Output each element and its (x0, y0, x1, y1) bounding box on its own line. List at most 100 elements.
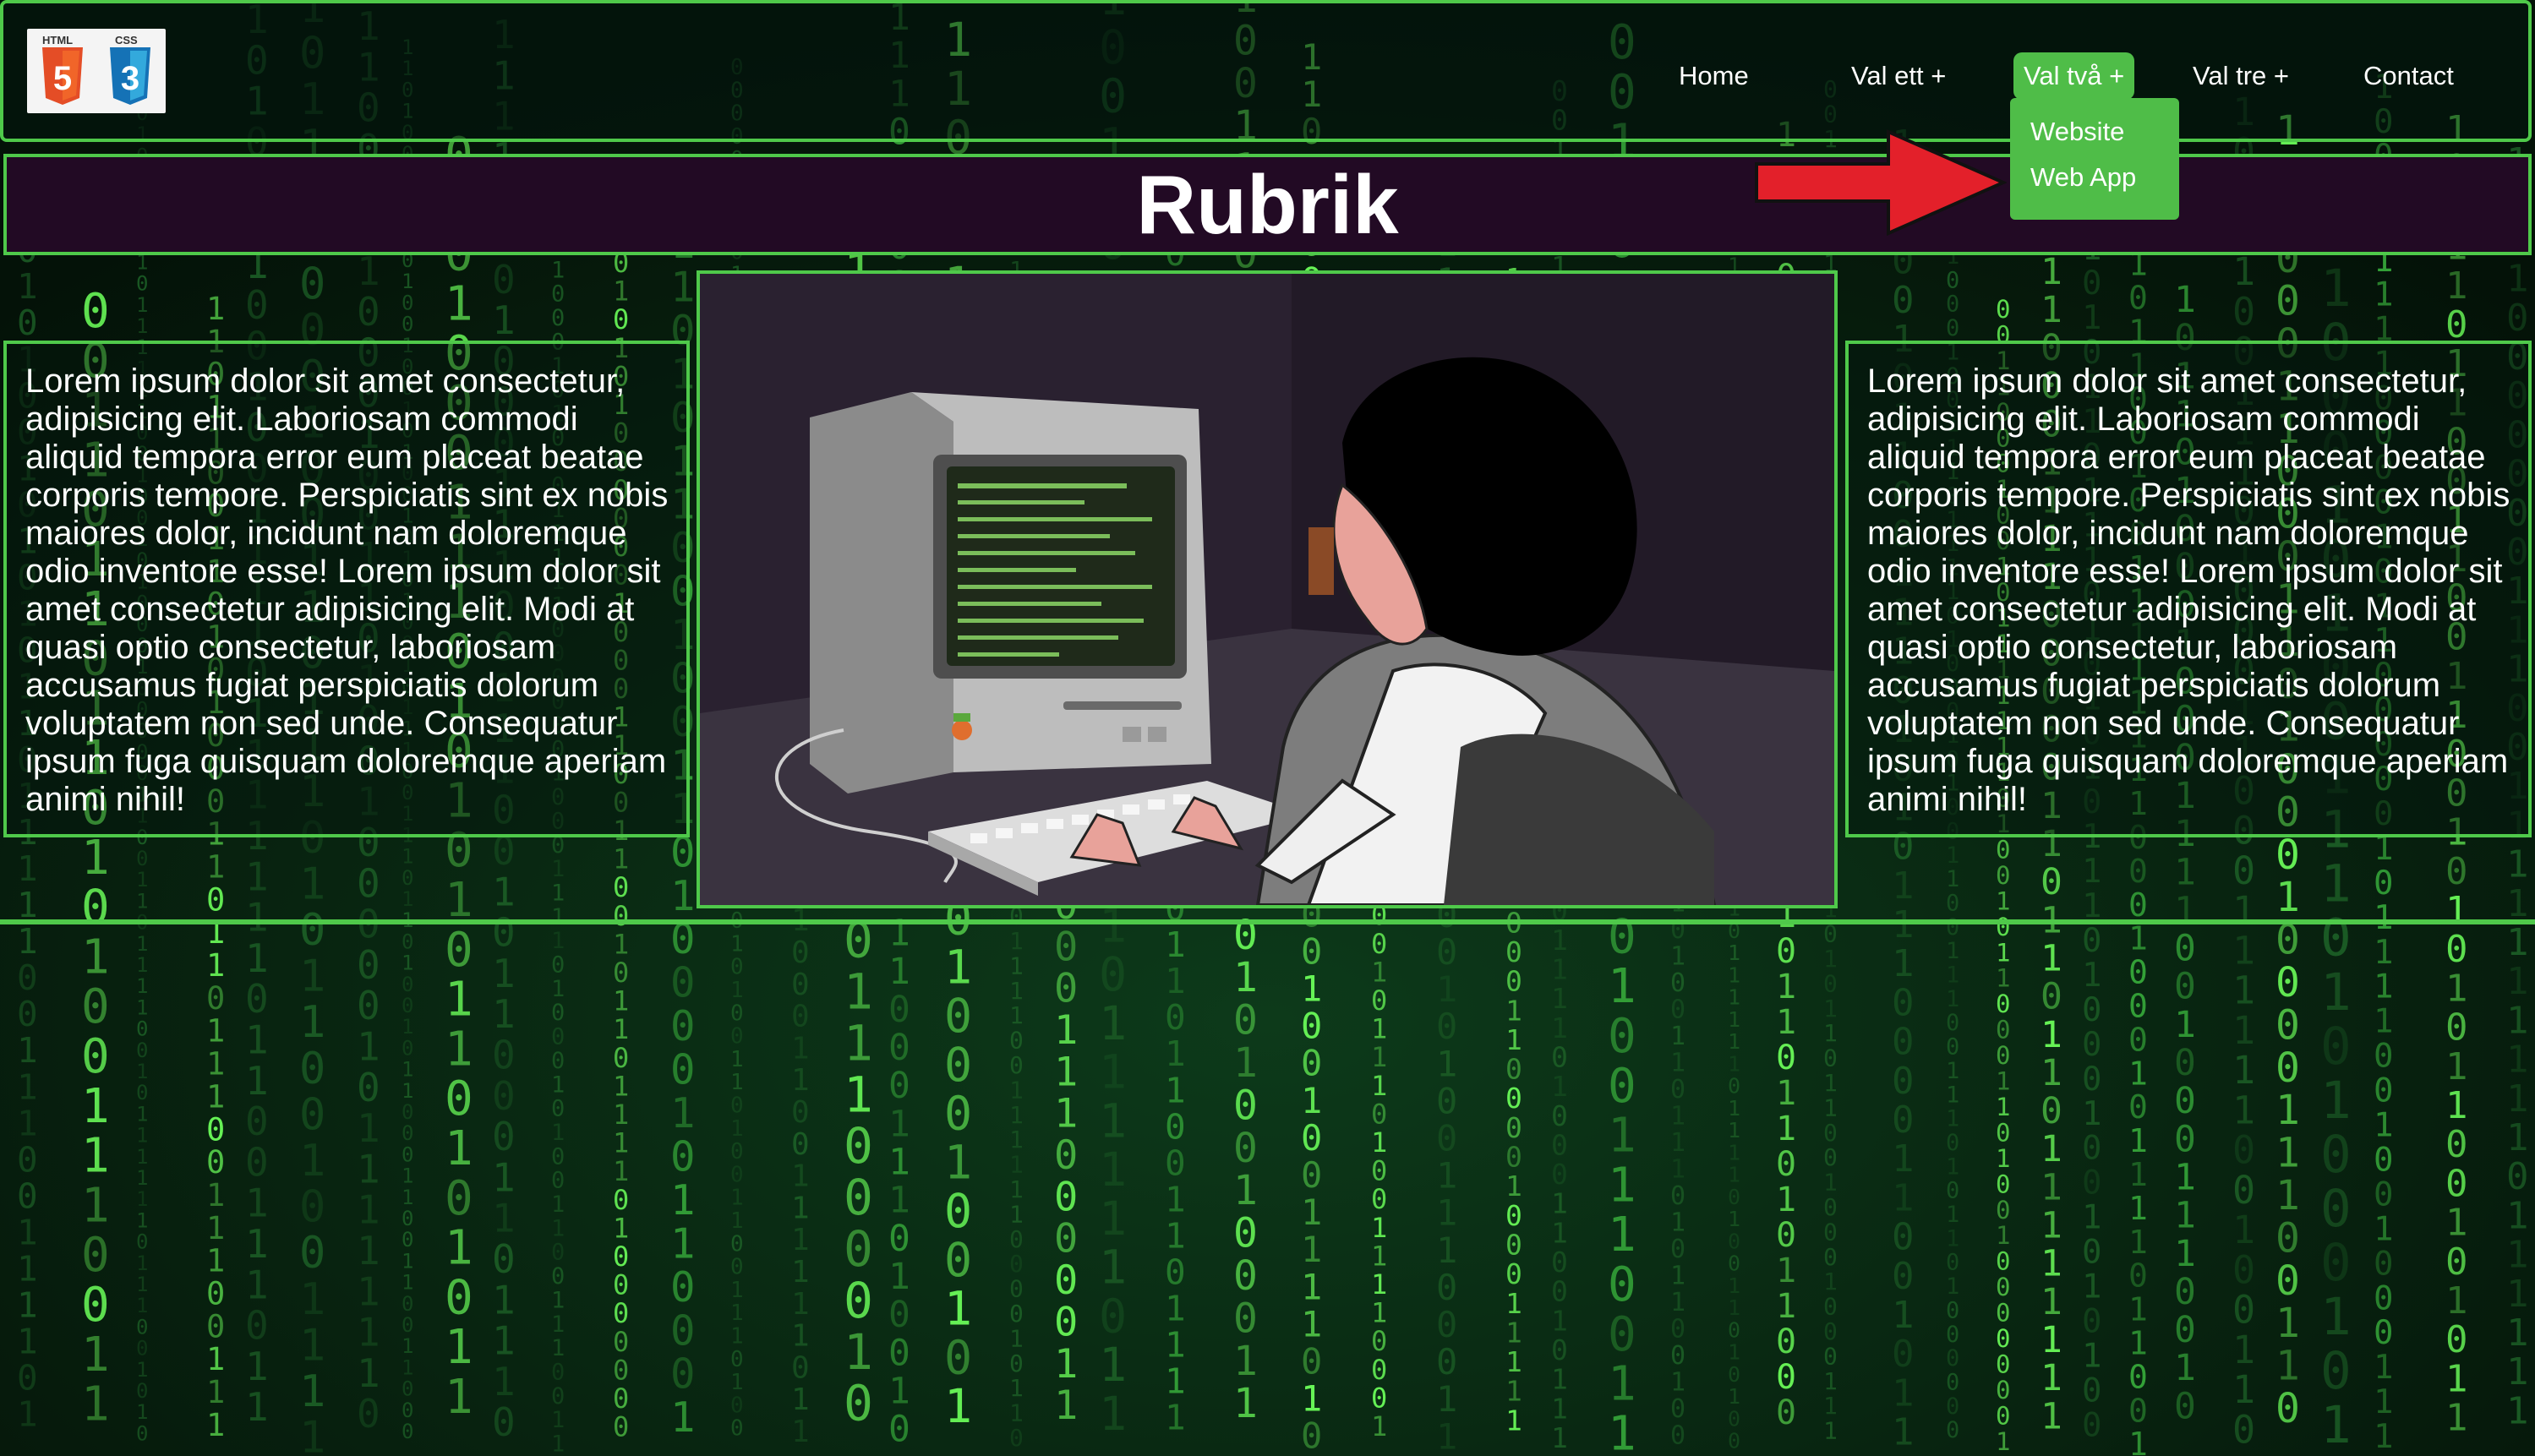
matrix-glyph: 1 (2506, 1273, 2529, 1316)
matrix-glyph: 0 (2320, 908, 2352, 968)
matrix-glyph: 0 (1505, 1141, 1522, 1174)
matrix-glyph: 1 (2374, 1383, 2393, 1421)
matrix-glyph: 0 (1996, 1299, 2010, 1328)
nav-val-tva[interactable]: Val två + (2013, 52, 2135, 100)
matrix-glyph: 1 (1996, 1144, 2010, 1173)
matrix-glyph: 0 (1892, 1060, 1915, 1103)
matrix-glyph: 0 (730, 1393, 744, 1418)
matrix-glyph: 0 (1009, 1424, 1024, 1452)
html5-number: 5 (53, 60, 72, 97)
matrix-glyph: 0 (791, 935, 810, 970)
matrix-glyph: 0 (1996, 1041, 2010, 1070)
matrix-glyph: 0 (1301, 1341, 1322, 1382)
matrix-glyph: 1 (2374, 1418, 2393, 1456)
matrix-glyph: 0 (1946, 1178, 1959, 1204)
nav-val-tre[interactable]: Val tre + (2193, 52, 2289, 100)
matrix-glyph: 1 (402, 1186, 413, 1209)
matrix-glyph: 1 (1371, 1240, 1387, 1272)
matrix-glyph: 0 (1371, 1098, 1387, 1130)
matrix-glyph: 0 (670, 1306, 696, 1355)
matrix-glyph: 0 (1996, 1247, 2010, 1276)
matrix-glyph: 1 (1946, 986, 1959, 1012)
matrix-glyph: 1 (2506, 1077, 2529, 1121)
nav-home[interactable]: Home (1679, 52, 1749, 100)
matrix-glyph: 1 (17, 1322, 38, 1362)
matrix-glyph: 0 (1728, 1229, 1740, 1253)
matrix-glyph: 1 (1505, 1287, 1522, 1320)
matrix-glyph: 1 (1608, 1406, 1636, 1456)
matrix-glyph: 1 (2082, 957, 2101, 995)
matrix-glyph: 0 (551, 1000, 565, 1026)
matrix-glyph: 1 (1371, 956, 1387, 988)
matrix-glyph: 1 (492, 951, 516, 996)
matrix-glyph: 1 (791, 1031, 810, 1066)
matrix-glyph: 1 (357, 1146, 380, 1192)
matrix-glyph: 1 (1776, 1252, 1796, 1290)
matrix-glyph: 1 (1608, 1109, 1636, 1164)
matrix-glyph: 1 (299, 997, 325, 1048)
matrix-glyph: 1 (1505, 1316, 1522, 1349)
matrix-glyph: 1 (1165, 1179, 1186, 1219)
matrix-glyph: 1 (445, 1121, 473, 1176)
matrix-glyph: 1 (1996, 1427, 2010, 1456)
matrix-glyph: 1 (1371, 1410, 1387, 1442)
matrix-glyph: 1 (357, 1268, 380, 1314)
matrix-glyph: 0 (888, 1294, 910, 1336)
matrix-glyph: 1 (2374, 276, 2393, 314)
matrix-glyph: 0 (1946, 1250, 1959, 1276)
dropdown-item-web-app[interactable]: Web App (2030, 162, 2136, 193)
matrix-glyph: 0 (2275, 1044, 2300, 1092)
matrix-glyph: 0 (402, 973, 413, 996)
matrix-glyph: 1 (1728, 985, 1740, 1010)
matrix-glyph: 1 (1892, 942, 1915, 985)
matrix-glyph: 0 (245, 1139, 269, 1185)
matrix-glyph: 1 (1728, 1118, 1740, 1142)
matrix-glyph: 0 (2174, 1309, 2196, 1351)
matrix-glyph: 0 (1436, 1006, 1457, 1047)
matrix-glyph: 1 (136, 1124, 148, 1148)
matrix-glyph: 0 (2320, 1017, 2352, 1077)
matrix-glyph: 0 (1165, 1106, 1186, 1147)
matrix-glyph: 0 (136, 1421, 148, 1445)
nav-contact[interactable]: Contact (2363, 52, 2454, 100)
matrix-glyph: 0 (2128, 1257, 2148, 1295)
matrix-glyph: 1 (1371, 1070, 1387, 1102)
matrix-glyph: 1 (1946, 962, 1959, 989)
matrix-glyph: 1 (2041, 1052, 2062, 1094)
matrix-glyph: 1 (1892, 1411, 1915, 1454)
matrix-glyph: 1 (2128, 1190, 2148, 1227)
matrix-glyph: 1 (1728, 1007, 1740, 1032)
matrix-glyph: 1 (1099, 1045, 1127, 1099)
matrix-glyph: 1 (1165, 1070, 1186, 1110)
matrix-glyph: 1 (551, 928, 565, 954)
matrix-glyph: 0 (551, 305, 565, 331)
matrix-glyph: 1 (791, 1159, 810, 1194)
matrix-glyph: 1 (245, 1262, 269, 1307)
matrix-glyph: 0 (402, 1313, 413, 1337)
dropdown-item-website[interactable]: Website (2030, 117, 2124, 147)
matrix-glyph: 1 (492, 1359, 516, 1404)
matrix-glyph: 0 (1165, 997, 1186, 1038)
matrix-glyph: 1 (670, 1393, 696, 1442)
matrix-glyph: 1 (2275, 1130, 2300, 1177)
matrix-glyph: 1 (1505, 1023, 1522, 1056)
matrix-glyph: 0 (1436, 1304, 1457, 1345)
matrix-glyph: 0 (136, 1315, 148, 1339)
matrix-glyph: 0 (944, 1184, 972, 1238)
matrix-glyph: 0 (136, 1230, 148, 1254)
matrix-glyph: 0 (2374, 1175, 2393, 1213)
matrix-glyph: 0 (445, 1072, 473, 1126)
nav-val-ett[interactable]: Val ett + (1851, 52, 1946, 100)
matrix-glyph: 0 (1551, 1333, 1568, 1366)
matrix-glyph: 0 (1892, 1255, 1915, 1298)
html-css-logo[interactable]: HTML CSS 5 3 (27, 29, 166, 113)
matrix-glyph: 1 (1551, 1304, 1568, 1337)
matrix-glyph: 0 (2445, 928, 2468, 971)
matrix-glyph: 1 (1165, 1289, 1186, 1329)
matrix-glyph: 1 (791, 1415, 810, 1449)
matrix-glyph: 0 (551, 1143, 565, 1170)
matrix-glyph: 1 (791, 1191, 810, 1225)
matrix-glyph: 0 (2445, 1241, 2468, 1284)
matrix-glyph: 1 (613, 1127, 629, 1159)
matrix-glyph: 0 (730, 1024, 744, 1050)
